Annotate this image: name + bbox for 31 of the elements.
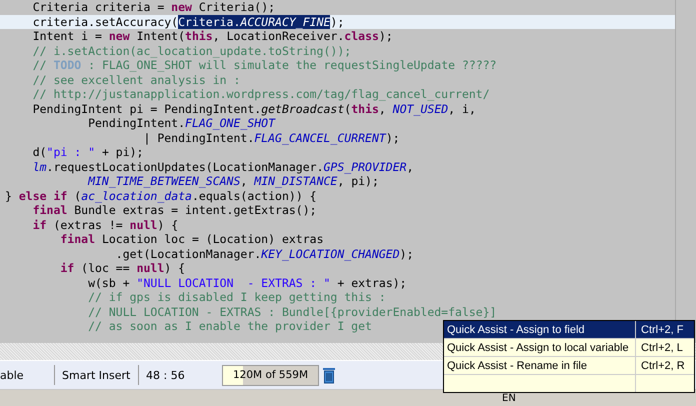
insert-mode: Smart Insert (62, 368, 132, 382)
quick-assist-item[interactable]: Quick Assist - Assign to field Ctrl+2, F (444, 321, 694, 339)
code-line: Intent i = new Intent(this, LocationReceiver.class); (32, 29, 393, 44)
quick-assist-item[interactable]: Quick Assist - Assign to local variable Ctrl+2, L (444, 339, 694, 357)
code-line: MIN_TIME_BETWEEN_SCANS, MIN_DISTANCE, pi); (86, 174, 379, 188)
trash-icon[interactable] (322, 366, 336, 384)
code-line: // i.setAction(ac_location_update.toString()); (32, 44, 352, 58)
code-line: .get(LocationManager.KEY_LOCATION_CHANGED); (114, 246, 414, 261)
code-line: // if gps is disabled I keep getting this : (87, 290, 386, 304)
code-line: PendingIntent.FLAG_ONE_SHOT (87, 116, 276, 130)
quick-assist-item[interactable]: Quick Assist - Rename in file Ctrl+2, R (444, 357, 694, 375)
code-line: Criteria criteria = new Criteria(); (32, 0, 276, 14)
code-line: if (extras != null) { (32, 218, 178, 232)
code-line: // TODO : FLAG_ONE_SHOT will simulate the requestSingleUpdate ????? (32, 58, 497, 72)
code-line: final Bundle extras = intent.getExtras(); (32, 203, 317, 218)
language-indicator[interactable]: EN (502, 392, 516, 404)
code-line: // http://justanapplication.wordpress.com/tag/flag_cancel_current/ (32, 87, 490, 102)
code-line: } else if (ac_location_data.equals(action)) { (4, 188, 317, 203)
status-text: able (0, 368, 25, 382)
code-line: w(sb + "NULL LOCATION - EXTRAS : " + extras); (87, 276, 407, 290)
memory-text: 120M of 559M (233, 369, 308, 381)
code-line: d("pi : " + pi); (32, 145, 144, 160)
code-line: lm.requestLocationUpdates(LocationManager.GPS_PROVIDER, (32, 160, 414, 174)
code-line: // NULL LOCATION - EXTRAS : Bundle[{providerEnabled=false}] (87, 304, 497, 319)
code-line: // see excellent analysis in : (32, 72, 240, 87)
cursor-position: 48 : 56 (146, 368, 186, 382)
code-line: final Location loc = (Location) extras (59, 232, 324, 246)
code-line: PendingIntent pi = PendingIntent.getBroadcast(this, NOT_USED, i, (32, 102, 476, 116)
code-line: // as soon as I enable the provider I get (87, 319, 372, 334)
code-line: if (loc == null) { (59, 261, 186, 276)
code-line: | PendingIntent.FLAG_CANCEL_CURRENT); (142, 130, 400, 145)
